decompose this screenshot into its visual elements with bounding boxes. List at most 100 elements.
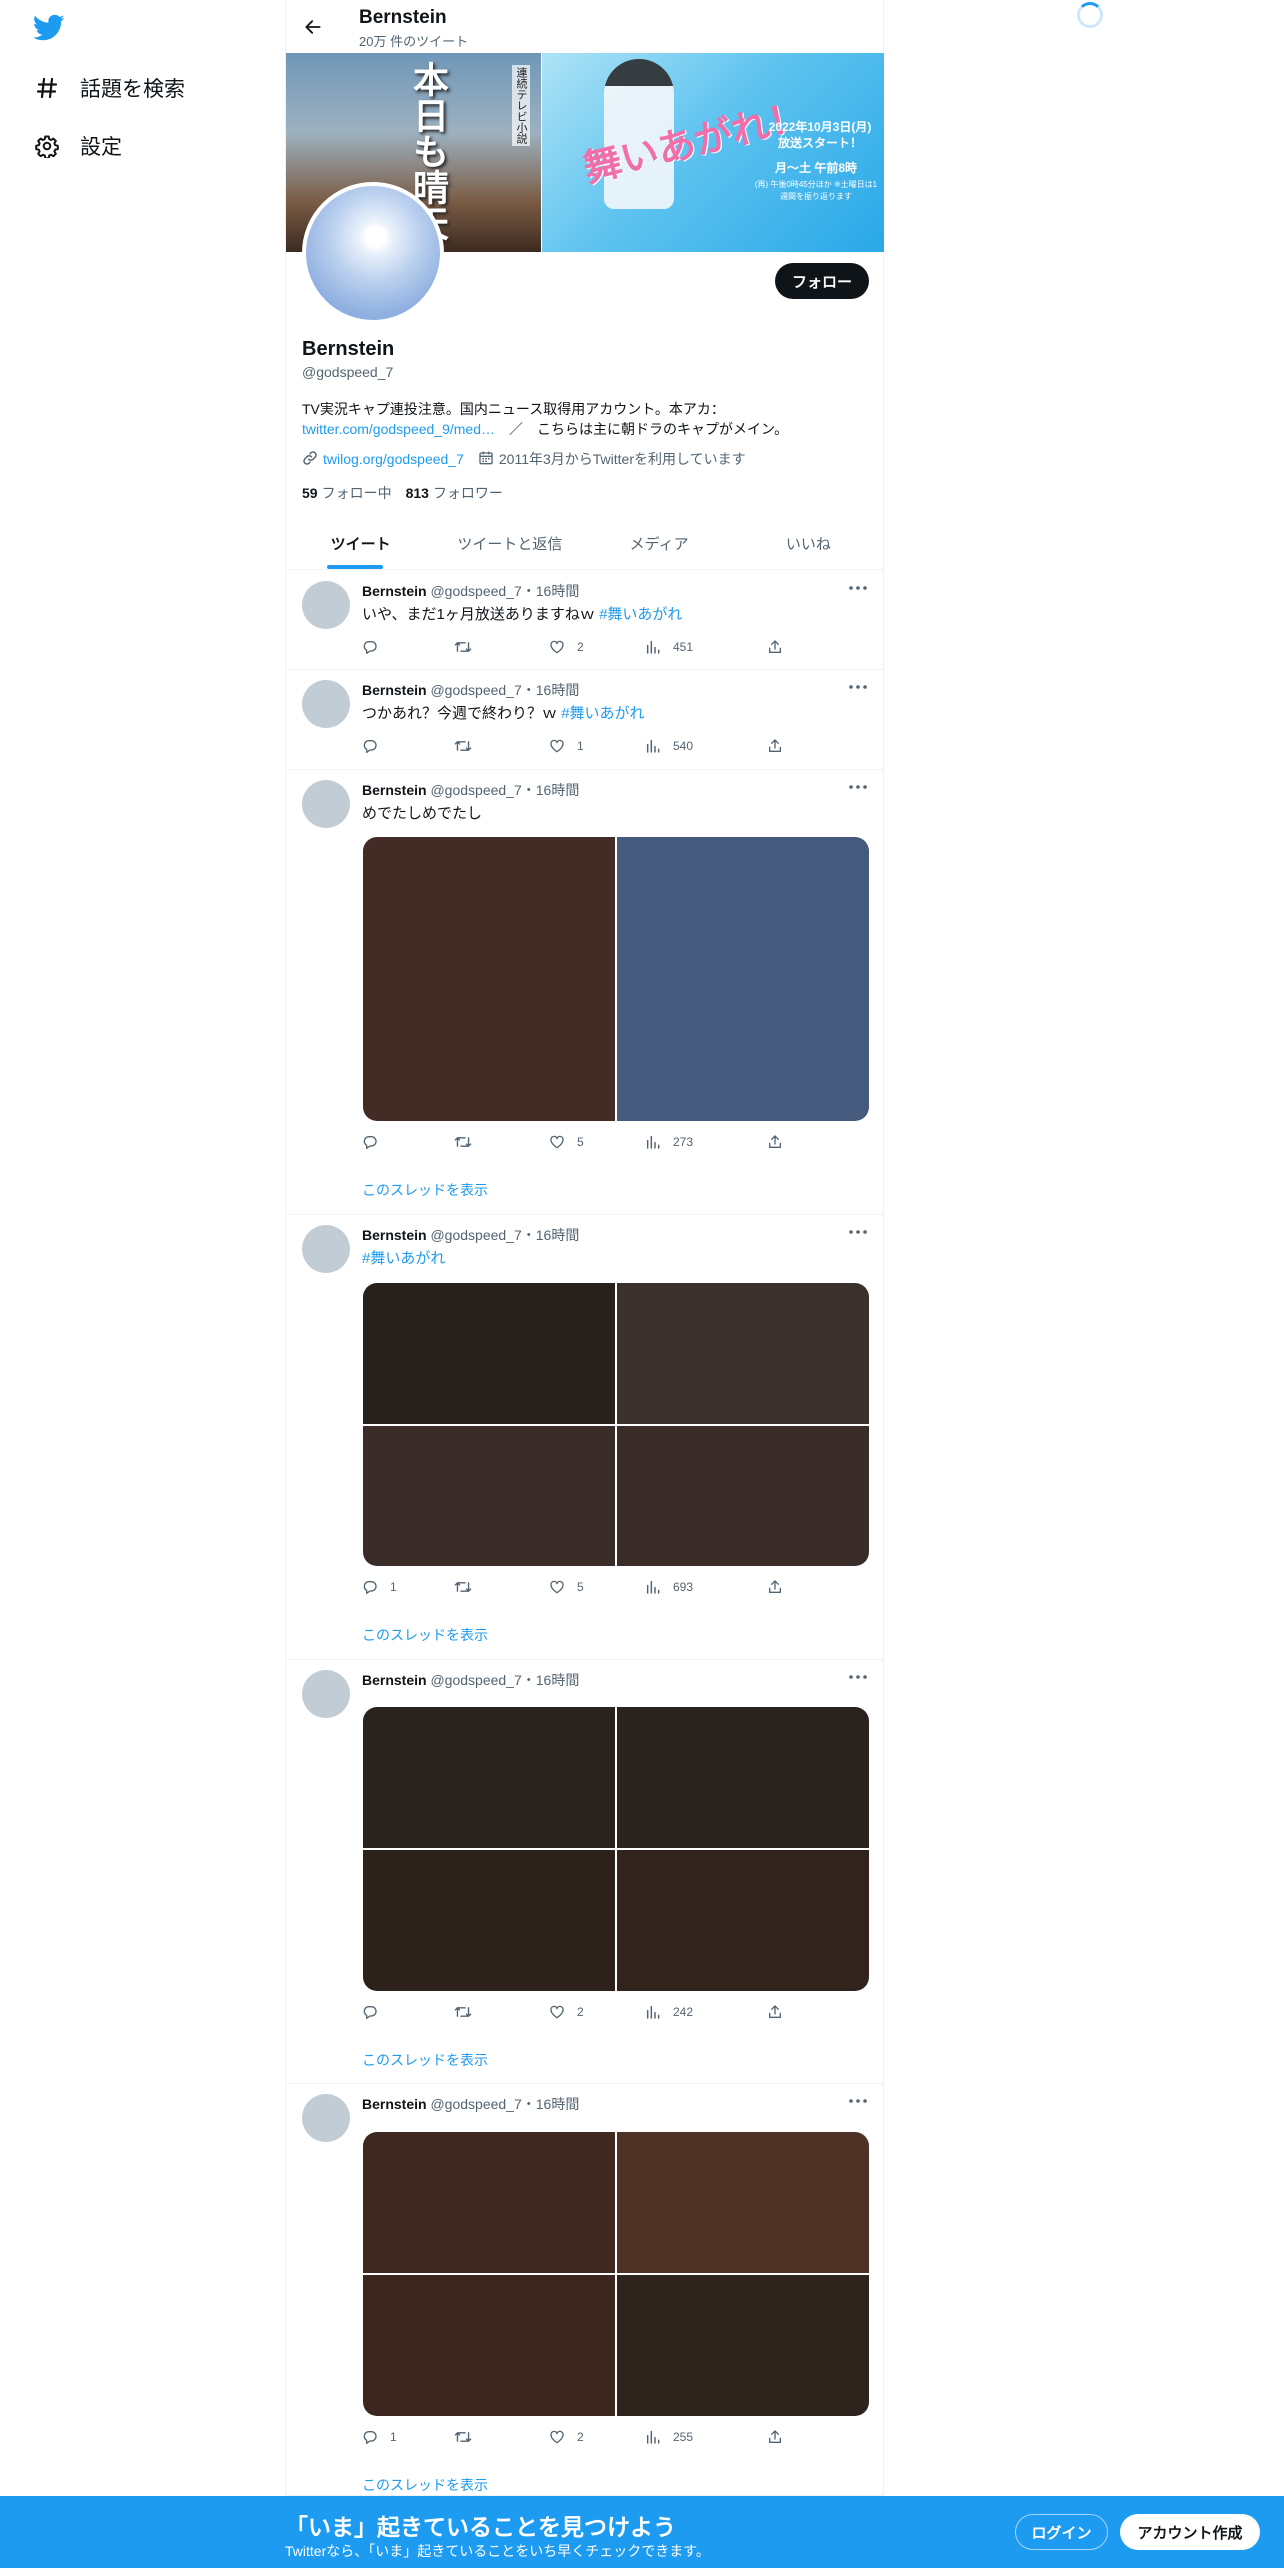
- tweet[interactable]: Bernstein @godspeed_7・16時間 #舞いあがれ 1 5 693 …: [286, 1215, 883, 1660]
- tweet-author-name[interactable]: Bernstein: [362, 1227, 427, 1243]
- tweet-media-image[interactable]: [617, 1425, 869, 1566]
- login-button[interactable]: ログイン: [1015, 2514, 1108, 2550]
- tweet-author-name[interactable]: Bernstein: [362, 782, 427, 798]
- views-button[interactable]: 242: [645, 2004, 693, 2020]
- followers-count-link[interactable]: 813 フォロワー: [406, 483, 503, 503]
- views-button[interactable]: 451: [645, 639, 693, 655]
- bio-link[interactable]: twitter.com/godspeed_9/med…: [302, 421, 495, 437]
- signup-button[interactable]: アカウント作成: [1120, 2514, 1260, 2550]
- tweet-author-name[interactable]: Bernstein: [362, 583, 427, 599]
- more-options-icon[interactable]: [846, 678, 870, 696]
- tweet-media-image[interactable]: [617, 2132, 869, 2273]
- tweet-media-image[interactable]: [363, 1707, 615, 1848]
- share-button[interactable]: [767, 1134, 783, 1150]
- tweet[interactable]: Bernstein @godspeed_7・16時間 1 2 255 このスレッドを…: [286, 2084, 883, 2496]
- tweet-text: #舞いあがれ: [362, 1247, 445, 1268]
- like-icon: [549, 1134, 565, 1150]
- share-button[interactable]: [767, 2004, 783, 2020]
- tweet-actions: 5 273: [362, 1134, 802, 1154]
- retweet-button[interactable]: [454, 2004, 472, 2020]
- share-button[interactable]: [767, 1579, 783, 1595]
- reply-button[interactable]: [362, 2004, 390, 2020]
- profile-website-link[interactable]: twilog.org/godspeed_7: [323, 451, 464, 467]
- back-arrow-icon[interactable]: [296, 10, 330, 44]
- tweet-avatar[interactable]: [302, 2094, 350, 2142]
- more-options-icon[interactable]: [846, 579, 870, 597]
- reply-button[interactable]: 1: [362, 1579, 397, 1595]
- profile-tabs: ツイート ツイートと返信 メディア いいね: [286, 518, 883, 570]
- tweet-avatar[interactable]: [302, 1225, 350, 1273]
- reply-button[interactable]: [362, 639, 390, 655]
- tweet-media-image[interactable]: [363, 2275, 615, 2416]
- tweet-media-image[interactable]: [617, 1283, 869, 1424]
- like-count: 2: [577, 2430, 584, 2444]
- tweet-media-image[interactable]: [363, 1425, 615, 1566]
- tweet-avatar[interactable]: [302, 780, 350, 828]
- tweet-media-image[interactable]: [363, 1283, 615, 1424]
- tweet-avatar[interactable]: [302, 1670, 350, 1718]
- views-button[interactable]: 273: [645, 1134, 693, 1150]
- more-options-icon[interactable]: [846, 778, 870, 796]
- tweet-author-name[interactable]: Bernstein: [362, 1672, 427, 1688]
- nav-item-settings[interactable]: 設定: [34, 131, 122, 161]
- reply-icon: [362, 1134, 378, 1150]
- tweet-media-image[interactable]: [617, 1850, 869, 1991]
- views-button[interactable]: 255: [645, 2429, 693, 2445]
- tweet-media-image[interactable]: [363, 2132, 615, 2273]
- show-thread-link[interactable]: このスレッドを表示: [362, 2050, 488, 2070]
- twitter-bird-icon[interactable]: [32, 14, 65, 42]
- follow-button[interactable]: フォロー: [775, 263, 869, 299]
- share-button[interactable]: [767, 639, 783, 655]
- share-button[interactable]: [767, 2429, 783, 2445]
- tweet-media-image[interactable]: [617, 1707, 869, 1848]
- retweet-button[interactable]: [454, 639, 472, 655]
- reply-button[interactable]: 1: [362, 2429, 397, 2445]
- retweet-button[interactable]: [454, 738, 472, 754]
- profile-avatar[interactable]: [302, 182, 444, 324]
- show-thread-link[interactable]: このスレッドを表示: [362, 1625, 488, 1645]
- like-button[interactable]: 2: [549, 639, 584, 655]
- more-options-icon[interactable]: [846, 2092, 870, 2110]
- tweet-media-image[interactable]: [617, 837, 869, 1121]
- views-button[interactable]: 540: [645, 738, 693, 754]
- tweet[interactable]: Bernstein @godspeed_7・16時間 めでたしめでたし 5 273…: [286, 770, 883, 1215]
- reply-icon: [362, 2004, 378, 2020]
- tweet-media-image[interactable]: [363, 1850, 615, 1991]
- show-thread-link[interactable]: このスレッドを表示: [362, 1180, 488, 1200]
- tweet-author-name[interactable]: Bernstein: [362, 682, 427, 698]
- tweet-meta: @godspeed_7・16時間: [430, 1227, 580, 1243]
- views-button[interactable]: 693: [645, 1579, 693, 1595]
- like-button[interactable]: 5: [549, 1134, 584, 1150]
- tweet-author-name[interactable]: Bernstein: [362, 2096, 427, 2112]
- retweet-button[interactable]: [454, 1134, 472, 1150]
- tweet-hashtag[interactable]: #舞いあがれ: [362, 1250, 445, 1267]
- tweet[interactable]: Bernstein @godspeed_7・16時間 いや、まだ1ヶ月放送ありま…: [286, 571, 883, 670]
- tweet[interactable]: Bernstein @godspeed_7・16時間 2 242 このスレッドを表…: [286, 1660, 883, 2084]
- retweet-button[interactable]: [454, 1579, 472, 1595]
- tweet-media-image[interactable]: [363, 837, 615, 1121]
- tab-tweets[interactable]: ツイート: [286, 518, 435, 569]
- following-count-link[interactable]: 59 フォロー中: [302, 483, 392, 503]
- tab-likes[interactable]: いいね: [734, 518, 883, 569]
- tweet-hashtag[interactable]: #舞いあがれ: [561, 705, 644, 722]
- nav-item-explore[interactable]: 話題を検索: [34, 73, 185, 103]
- tab-tweets-and-replies[interactable]: ツイートと返信: [435, 518, 584, 569]
- more-options-icon[interactable]: [846, 1223, 870, 1241]
- reply-button[interactable]: [362, 738, 390, 754]
- like-button[interactable]: 1: [549, 738, 584, 754]
- like-button[interactable]: 2: [549, 2004, 584, 2020]
- retweet-button[interactable]: [454, 2429, 472, 2445]
- tweet-hashtag[interactable]: #舞いあがれ: [599, 606, 682, 623]
- reply-button[interactable]: [362, 1134, 390, 1150]
- like-button[interactable]: 5: [549, 1579, 584, 1595]
- tweet-media-image[interactable]: [617, 2275, 869, 2416]
- share-button[interactable]: [767, 738, 783, 754]
- show-thread-link[interactable]: このスレッドを表示: [362, 2475, 488, 2495]
- like-icon: [549, 1579, 565, 1595]
- tweet-avatar[interactable]: [302, 680, 350, 728]
- like-button[interactable]: 2: [549, 2429, 584, 2445]
- tab-media[interactable]: メディア: [585, 518, 734, 569]
- tweet-avatar[interactable]: [302, 581, 350, 629]
- more-options-icon[interactable]: [846, 1668, 870, 1686]
- tweet[interactable]: Bernstein @godspeed_7・16時間 つかあれ？今週で終わり？ｗ…: [286, 670, 883, 770]
